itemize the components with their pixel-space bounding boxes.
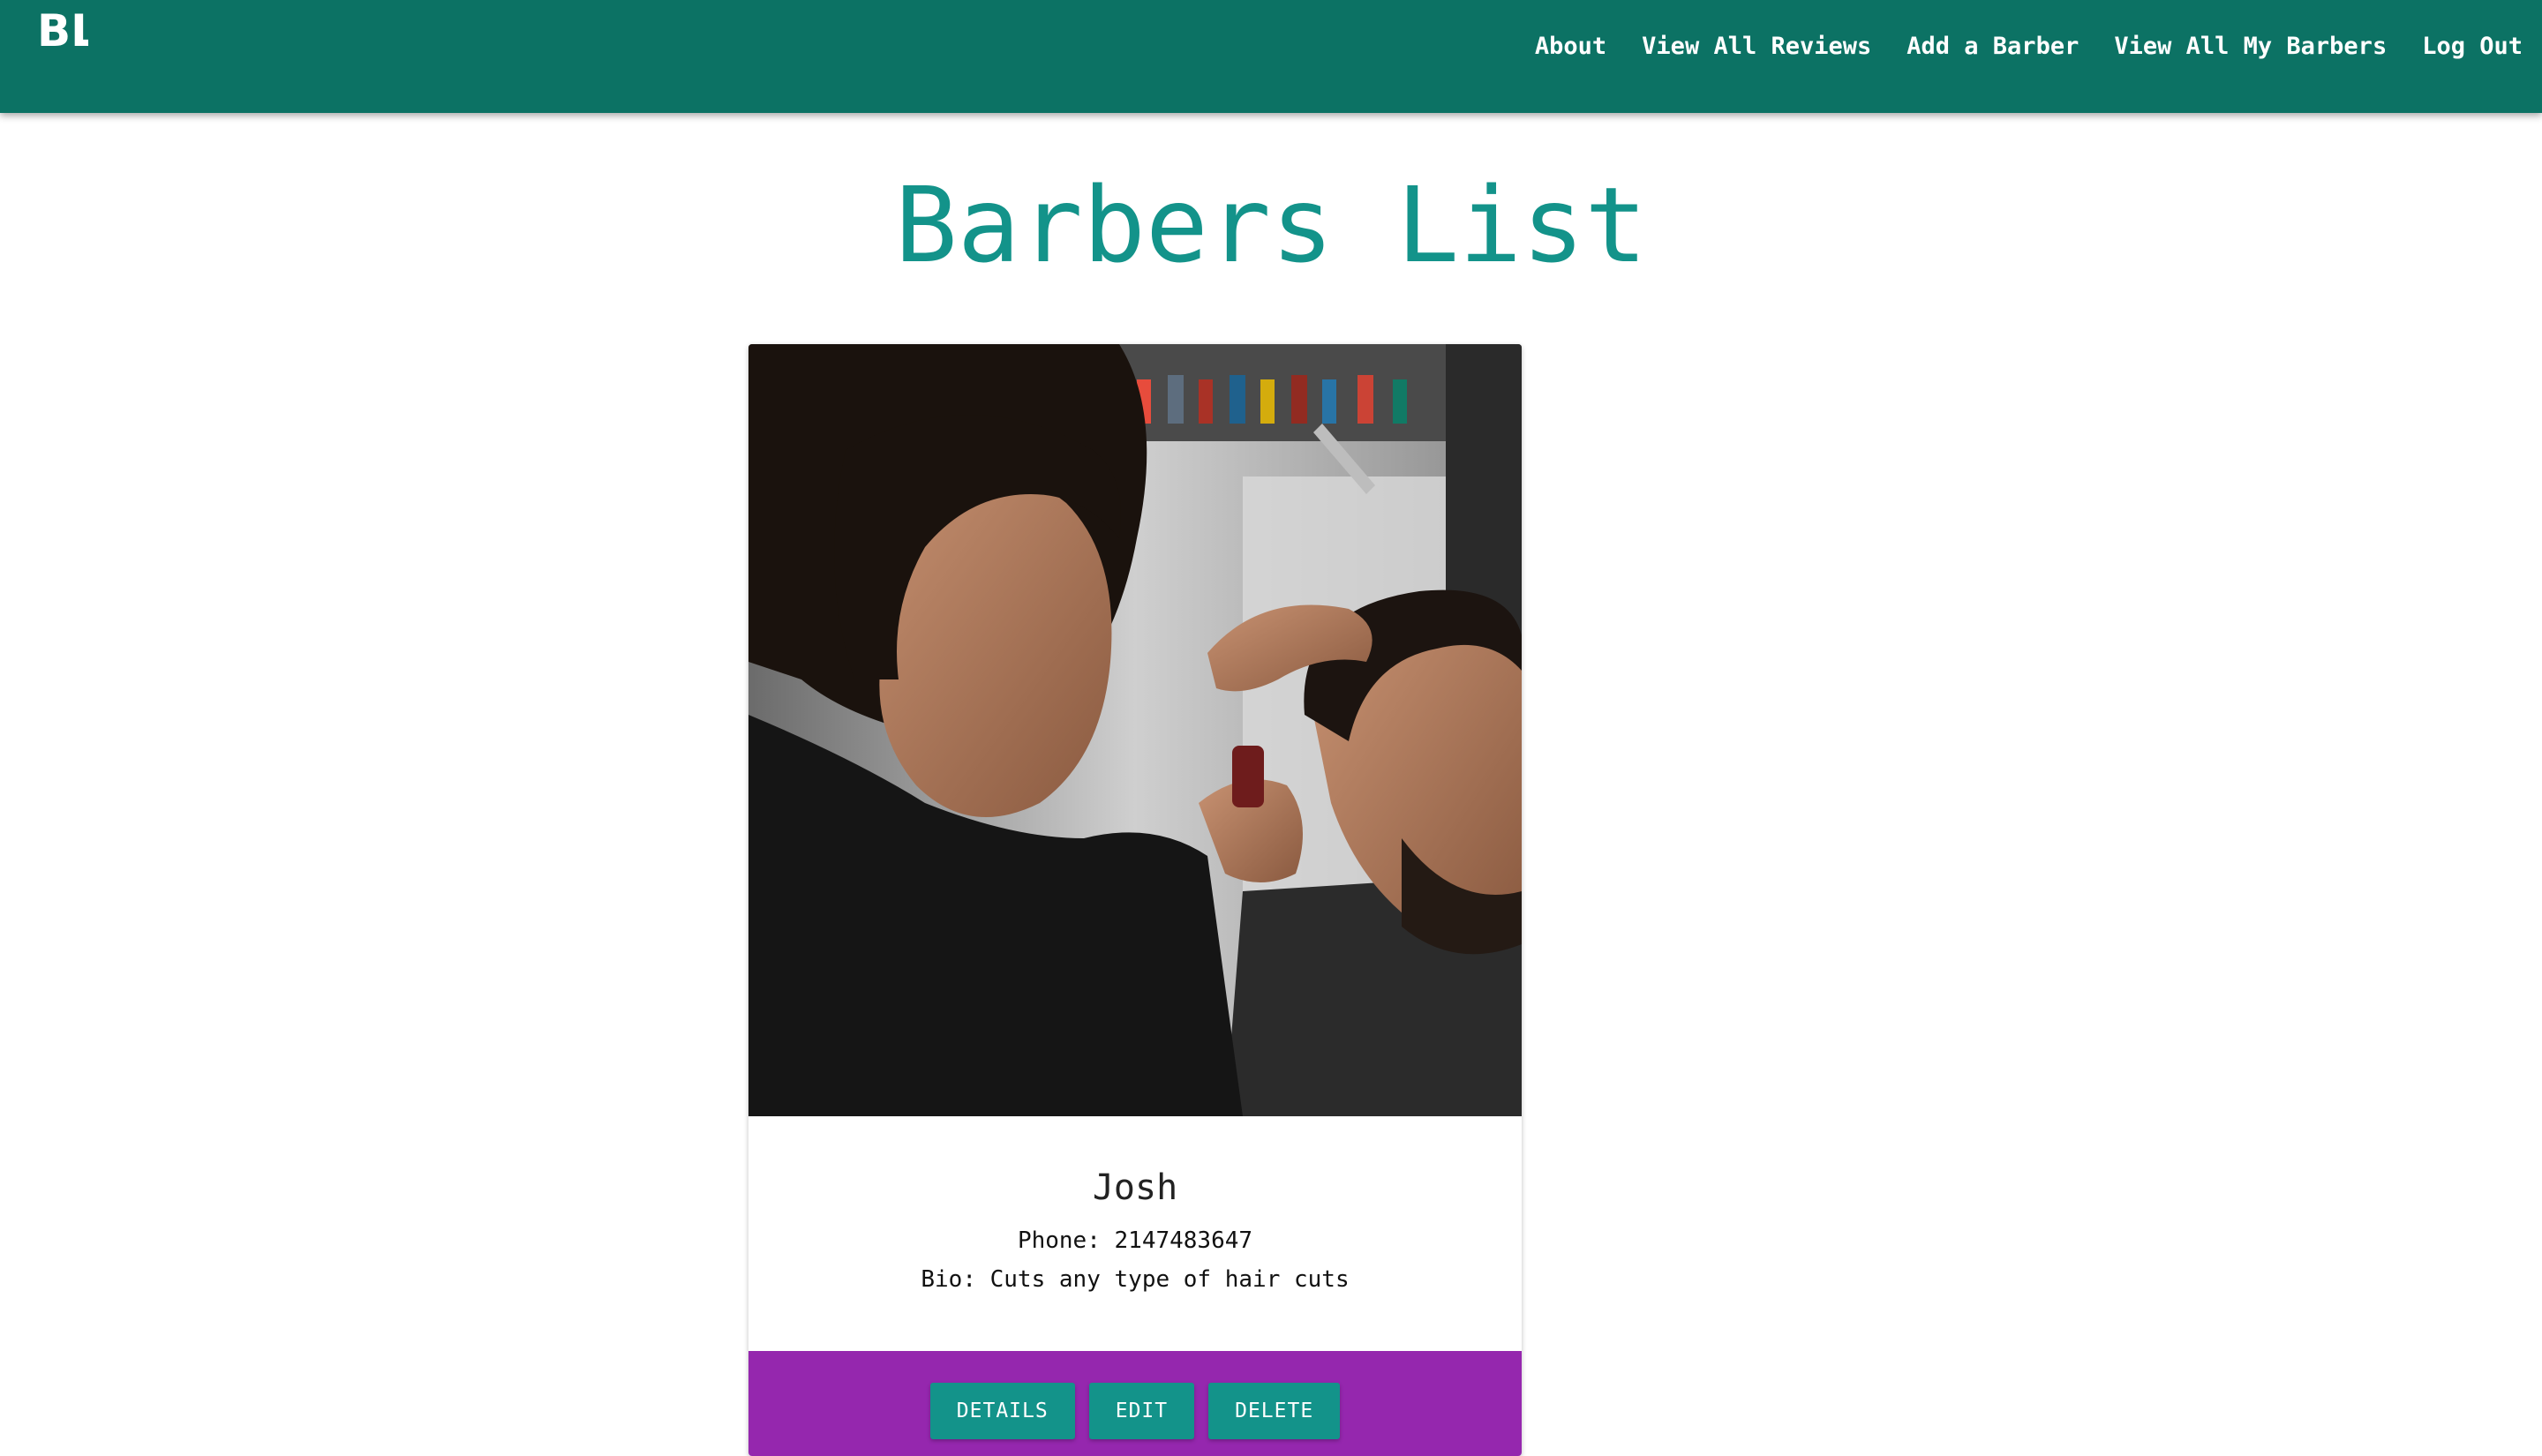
logo-text: BL [37,5,88,55]
barber-bio: Bio: Cuts any type of hair cuts [921,1266,1350,1293]
top-navbar: BL About View All Reviews Add a Barber V… [0,0,2542,113]
nav-links: About View All Reviews Add a Barber View… [1500,26,2523,65]
page-title: Barbers List [894,164,1648,286]
nav-log-out-link[interactable]: Log Out [2422,33,2523,60]
barber-name: Josh [1092,1167,1178,1208]
logo[interactable]: BL [35,2,88,55]
nav-add-a-barber-link[interactable]: Add a Barber [1906,33,2079,60]
nav-about-link[interactable]: About [1535,33,1606,60]
card-actions: DETAILS EDIT DELETE [748,1351,1522,1456]
barber-phone: Phone: 2147483647 [1017,1227,1253,1254]
nav-view-all-reviews-link[interactable]: View All Reviews [1642,33,1871,60]
card-body: Josh Phone: 2147483647 Bio: Cuts any typ… [748,1116,1522,1293]
barber-card: Josh Phone: 2147483647 Bio: Cuts any typ… [748,344,1522,1456]
nav-view-all-my-barbers-link[interactable]: View All My Barbers [2114,33,2387,60]
delete-button[interactable]: DELETE [1208,1383,1341,1439]
edit-button[interactable]: EDIT [1088,1383,1195,1439]
logo-mark: BL [37,5,88,55]
barber-photo [748,344,1522,1116]
details-button[interactable]: DETAILS [929,1383,1075,1439]
